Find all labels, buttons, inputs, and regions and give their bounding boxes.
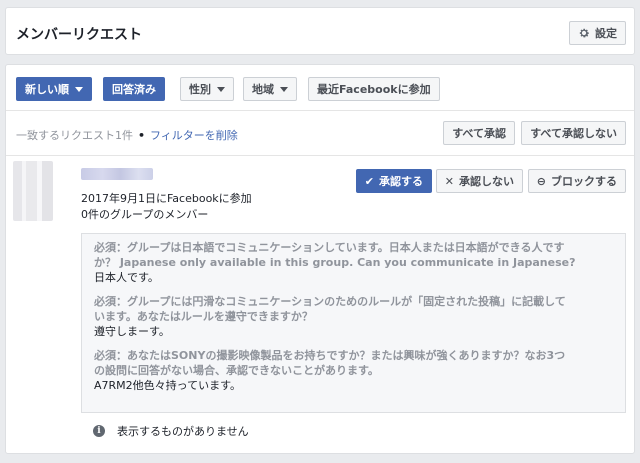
sort-label: 新しい順 — [25, 83, 69, 96]
result-count: 一致するリクエスト1件 — [16, 129, 133, 142]
joined-date: 2017年9月1日にFacebookに参加 — [81, 192, 252, 205]
recent-label: 最近Facebookに参加 — [317, 83, 431, 96]
question-answers: 必須：グループは日本語でコミュニケーションしています。日本人または日本語ができる… — [81, 233, 626, 413]
settings-label: 設定 — [595, 27, 617, 40]
header-card: メンバーリクエスト 設定 — [5, 7, 635, 55]
question-text: 必須：あなたはSONYの撮影映像製品をお持ちですか？または興味が強くありますか？… — [94, 349, 566, 377]
close-icon: ✕ — [444, 174, 454, 188]
requests-card: 新しい順 回答済み 性別 地域 最近Facebookに参加 一致するリクエスト1… — [5, 64, 635, 454]
approve-button[interactable]: ✔ 承認する — [355, 169, 432, 193]
decline-all-button[interactable]: すべて承認しない — [521, 121, 626, 145]
answer-text: 日本人です。 — [94, 271, 159, 284]
qa-item: 必須：あなたはSONYの撮影映像製品をお持ちですか？または興味が強くありますか？… — [94, 348, 613, 393]
result-summary: 一致するリクエスト1件 • フィルターを削除 — [16, 127, 238, 143]
question-text: 必須：グループは日本語でコミュニケーションしています。日本人または日本語ができる… — [94, 241, 576, 269]
sort-dropdown[interactable]: 新しい順 — [16, 77, 92, 101]
qa-item: 必須：グループには円滑なコミュニケーションのためのルールが「固定された投稿」に記… — [94, 294, 613, 339]
answered-filter-button[interactable]: 回答済み — [103, 77, 165, 101]
gender-label: 性別 — [189, 83, 211, 96]
settings-button[interactable]: 設定 — [569, 21, 626, 45]
chevron-down-icon — [217, 86, 225, 92]
group-count: 0件のグループのメンバー — [81, 208, 209, 221]
decline-all-label: すべて承認しない — [530, 127, 617, 140]
page-title: メンバーリクエスト — [16, 27, 142, 43]
info-icon: i — [93, 425, 105, 437]
recent-join-filter-button[interactable]: 最近Facebookに参加 — [308, 77, 440, 101]
decline-button[interactable]: ✕ 承認しない — [435, 169, 523, 193]
divider — [6, 110, 634, 111]
question-text: 必須：グループには円滑なコミュニケーションのためのルールが「固定された投稿」に記… — [94, 295, 566, 323]
region-dropdown[interactable]: 地域 — [243, 77, 297, 101]
qa-item: 必須：グループは日本語でコミュニケーションしています。日本人または日本語ができる… — [94, 240, 613, 285]
approve-all-button[interactable]: すべて承認 — [443, 121, 515, 145]
block-button[interactable]: ⊖ ブロックする — [527, 169, 626, 193]
empty-note-text: 表示するものがありません — [117, 425, 249, 438]
chevron-down-icon — [280, 86, 288, 92]
decline-label: 承認しない — [459, 175, 514, 188]
answered-label: 回答済み — [112, 83, 156, 96]
gender-dropdown[interactable]: 性別 — [180, 77, 234, 101]
block-icon: ⊖ — [536, 174, 546, 188]
separator-dot: • — [138, 129, 146, 142]
divider — [6, 155, 634, 156]
gear-icon — [579, 28, 589, 38]
check-icon: ✔ — [364, 174, 374, 188]
filter-bar: 新しい順 回答済み 性別 地域 最近Facebookに参加 — [16, 77, 624, 101]
member-name-blurred[interactable] — [81, 168, 153, 180]
answer-text: 遵守しまーす。 — [94, 325, 170, 338]
empty-notice: i 表示するものがありません — [93, 423, 249, 439]
avatar[interactable] — [13, 161, 53, 221]
approve-all-label: すべて承認 — [452, 127, 506, 140]
remove-filters-link[interactable]: フィルターを削除 — [150, 129, 238, 142]
chevron-down-icon — [75, 86, 83, 92]
answer-text: A7RM2他色々持っています。 — [94, 379, 242, 392]
approve-label: 承認する — [379, 175, 423, 188]
region-label: 地域 — [252, 83, 274, 96]
block-label: ブロックする — [551, 175, 617, 188]
